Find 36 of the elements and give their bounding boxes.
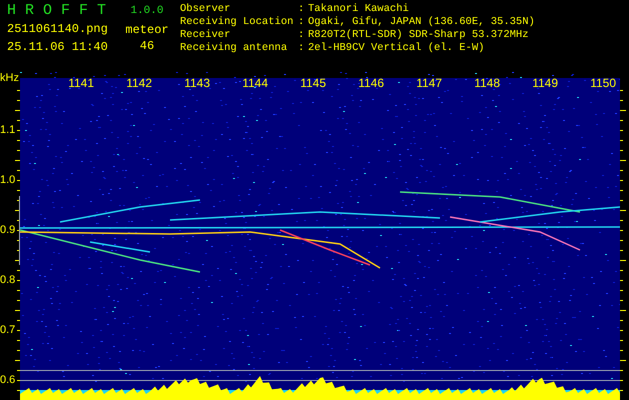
info-separator: : (298, 29, 306, 42)
date-time: 25.11.06 11:40 (7, 40, 109, 54)
info-label: Observer (180, 3, 232, 16)
time-tick-label: 1146 (357, 76, 385, 90)
info-label: Receiver (180, 29, 232, 42)
info-value: Takanori Kawachi (308, 3, 409, 16)
time-tick-label: 1144 (241, 76, 269, 90)
time-tick-label: 1148 (473, 76, 501, 90)
info-separator: : (298, 16, 306, 29)
info-value: 2el-HB9CV Vertical (el. E-W) (308, 42, 484, 55)
count-label: meteor (125, 23, 169, 37)
axis-tick-label: 0.9 (0, 224, 16, 236)
time-tick-label: 1149 (531, 76, 559, 90)
info-separator: : (298, 42, 306, 55)
time-tick-label: 1145 (299, 76, 327, 90)
axis-tick-label: 1.1 (0, 124, 16, 136)
app-name: H R O F F T (7, 3, 108, 19)
axis-unit: kHz (0, 72, 19, 85)
axis-tick-label: 0.8 (0, 274, 16, 286)
info-value: R820T2(RTL-SDR) SDR-Sharp 53.372MHz (308, 29, 529, 42)
info-separator: : (298, 3, 306, 16)
time-tick-label: 1150 (589, 76, 617, 90)
time-tick-label: 1142 (125, 76, 153, 90)
info-value: Ogaki, Gifu, JAPAN (136.60E, 35.35N) (308, 16, 535, 29)
info-label: Receiving antenna (180, 42, 288, 55)
axis-tick-label: 0.7 (0, 324, 16, 336)
version: 1.0.0 (130, 5, 164, 17)
meteor-count: 46 (140, 39, 154, 53)
time-tick-label: 1141 (67, 76, 95, 90)
axis-tick-label: 0.6 (0, 374, 16, 386)
file-name: 2511061140.png (7, 22, 109, 36)
time-tick-label: 1147 (415, 76, 443, 90)
axis-tick-label: 1.0 (0, 174, 16, 186)
marker-line (19, 196, 20, 265)
info-label: Receiving Location (180, 16, 294, 29)
time-tick-label: 1143 (183, 76, 211, 90)
